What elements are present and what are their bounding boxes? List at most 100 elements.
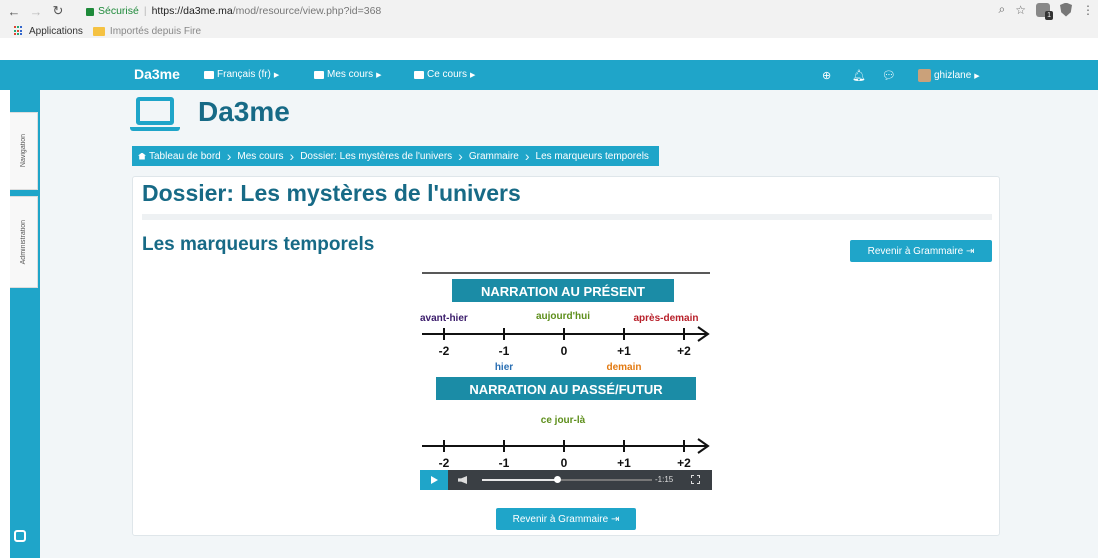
breadcrumb-item-current[interactable]: Les marqueurs temporels [536,151,649,162]
video-progress-bar[interactable] [482,476,652,483]
administration-drawer-tab[interactable]: Administration [10,196,38,288]
word-apres-demain: après-demain [633,313,698,324]
apps-grid-icon [14,26,24,36]
title-divider [142,214,992,220]
laptop-logo-icon [130,95,180,133]
lock-icon [86,8,94,16]
navigation-drawer-tab[interactable]: Navigation [10,112,38,190]
axis-tick-label: +2 [677,344,691,358]
axis-tick-label: -2 [439,456,450,470]
breadcrumb-item-dashboard[interactable]: Tableau de bord [138,151,221,162]
extension-badge: 1 [1045,10,1053,20]
axis-tick-label: 0 [561,456,568,470]
shield-extension-icon[interactable] [1060,2,1072,17]
user-menu[interactable]: ghizlane ▶ [918,69,980,82]
word-avant-hier: avant-hier [420,313,468,324]
course-title: Dossier: Les mystères de l'univers [142,180,521,206]
axis-tick-label: +1 [617,456,631,470]
axis-tick-label: -1 [499,456,510,470]
bookmark-label: Applications [29,25,83,37]
briefcase-icon [314,70,324,79]
site-title: Da3me [198,96,290,127]
zoom-icon[interactable]: ⌕ [999,2,1006,17]
add-block-icon[interactable]: ⊕ [822,69,831,82]
bookmark-label: Importés depuis Fire [109,25,202,37]
url-host: https://da3me.ma [151,5,233,17]
flag-icon [204,70,214,79]
breadcrumb-item-course[interactable]: Dossier: Les mystères de l'univers [300,151,452,162]
fullscreen-icon[interactable] [691,475,700,484]
volume-icon[interactable] [458,476,467,484]
breadcrumb: Tableau de bord › Mes cours › Dossier: L… [132,146,659,166]
breadcrumb-separator: › [226,148,232,164]
play-icon [431,476,438,484]
forward-icon[interactable]: → [28,3,44,19]
past-future-heading: NARRATION AU PASSÉ/FUTUR [469,382,663,397]
present-heading: NARRATION AU PRÉSENT [481,284,645,299]
breadcrumb-item-my-courses[interactable]: Mes cours [237,151,283,162]
back-button-label: Revenir à Grammaire [867,245,964,257]
nav-this-course[interactable]: Ce cours ▶ [414,69,475,80]
back-to-grammar-button-top[interactable]: Revenir à Grammaire ⇥ [850,240,992,262]
address-bar[interactable]: Sécurisé | https://da3me.ma /mod/resourc… [86,2,1026,20]
word-ce-jour-la: ce jour-là [541,415,586,426]
bookmark-imported[interactable]: Importés depuis Fire [92,25,202,37]
breadcrumb-separator: › [524,148,530,164]
book-icon [414,70,424,79]
present-axis: -2 -1 0 +1 +2 [422,326,710,358]
bookmarks-bar: Applications Importés depuis Fire [0,22,1098,40]
axis-tick-label: 0 [561,344,568,358]
video-frame: NARRATION AU PRÉSENT avant-hier aujourd'… [420,272,710,470]
word-hier: hier [495,362,513,373]
caret-right-icon: ▶ [376,71,382,79]
avatar [918,69,931,82]
nav-language[interactable]: Français (fr) ▶ [204,69,279,80]
bookmark-applications[interactable]: Applications [14,26,83,37]
back-icon[interactable]: ← [6,3,22,19]
video-time-remaining: -1:15 [655,475,674,484]
caret-right-icon: ▶ [273,71,280,79]
menu-icon[interactable]: ⋮ [1082,3,1094,17]
word-aujourdhui: aujourd'hui [536,311,590,322]
axis-tick-label: +2 [677,456,691,470]
breadcrumb-label: Tableau de bord [149,150,221,162]
axis-tick-label: -2 [439,344,450,358]
url-path: /mod/resource/view.php?id=368 [232,5,382,17]
navbar-brand[interactable]: Da3me [134,66,180,82]
home-icon [138,152,146,160]
notification-bell-icon[interactable]: 🔔︎ [852,69,866,82]
video-progress-handle[interactable] [553,476,561,483]
user-name: ghizlane [934,70,972,81]
nav-this-course-label: Ce cours [427,69,468,80]
messages-icon[interactable]: 💬︎ [882,69,896,82]
caret-right-icon: ▶ [974,72,980,80]
sign-in-icon: ⇥ [610,513,620,525]
sign-in-icon: ⇥ [965,245,975,257]
play-button[interactable] [420,470,448,490]
url-separator: | [143,5,147,17]
breadcrumb-separator: › [289,148,295,164]
breadcrumb-separator: › [458,148,463,164]
video-player[interactable]: NARRATION AU PRÉSENT avant-hier aujourd'… [420,272,712,490]
folder-icon [92,26,105,36]
video-progress-fill [482,479,557,481]
reload-icon[interactable]: ↻ [50,3,66,19]
resource-title: Les marqueurs temporels [142,234,375,255]
nav-my-courses-label: Mes cours [327,69,374,80]
site-navbar: Da3me Français (fr) ▶ Mes cours ▶ Ce cou… [0,60,1098,90]
back-to-grammar-button-bottom[interactable]: Revenir à Grammaire ⇥ [496,508,636,530]
axis-tick-label: +1 [617,344,631,358]
secure-label: Sécurisé [98,5,139,17]
dock-toggle-icon[interactable] [14,530,26,542]
video-controls: -1:15 [420,470,712,490]
browser-toolbar-right: ⌕ ☆ 1 ⋮ [999,2,1094,20]
bookmark-star-icon[interactable]: ☆ [1015,3,1026,17]
extension-icon[interactable]: 1 [1036,2,1053,20]
breadcrumb-item-section[interactable]: Grammaire [469,151,519,162]
nav-language-label: Français (fr) [217,69,271,80]
side-strip [0,90,10,558]
caret-right-icon: ▶ [470,71,476,79]
word-demain: demain [606,362,641,373]
nav-my-courses[interactable]: Mes cours ▶ [314,69,382,80]
navigation-tab-label: Navigation [20,134,27,168]
